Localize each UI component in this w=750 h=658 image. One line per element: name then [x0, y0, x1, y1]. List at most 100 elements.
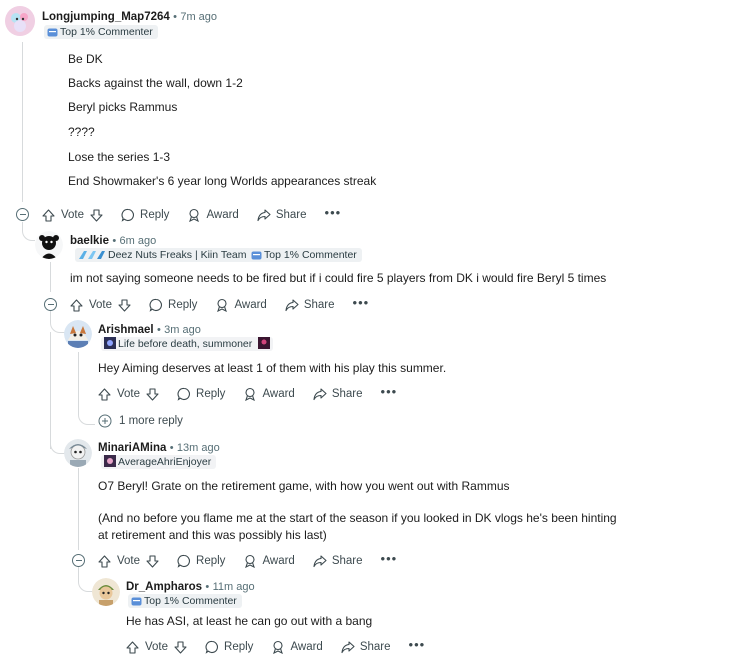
username[interactable]: baelkie	[70, 235, 109, 247]
commenter-badge-icon	[47, 28, 58, 37]
thread-line	[22, 42, 23, 202]
flair-text: Life before death, summoner	[118, 338, 253, 350]
speech-bubble-icon	[177, 387, 190, 401]
separator-dot: •	[173, 11, 177, 23]
share-label: Share	[331, 555, 363, 567]
vote-group: Vote	[42, 208, 103, 222]
more-options-button[interactable]: •••	[381, 384, 398, 399]
collapse-thread-button[interactable]	[16, 208, 29, 221]
flair-text: Top 1% Commenter	[264, 249, 357, 261]
username[interactable]: Arishmael	[98, 324, 154, 336]
award-icon	[217, 298, 228, 312]
reply-button[interactable]: Reply	[205, 640, 253, 654]
separator-dot: •	[156, 324, 161, 336]
timestamp[interactable]: 13m ago	[177, 442, 220, 454]
timestamp[interactable]: 11m ago	[213, 581, 255, 593]
comment-text: (And no before you flame me at the start…	[98, 511, 617, 525]
more-options-button[interactable]: •••	[325, 205, 342, 220]
share-icon	[313, 555, 327, 568]
thread-curve	[78, 408, 95, 425]
share-button[interactable]: Share	[313, 554, 363, 568]
award-label: Award	[290, 641, 323, 653]
thread-line	[78, 352, 79, 414]
upvote-icon[interactable]	[42, 208, 55, 222]
share-button[interactable]: Share	[257, 208, 307, 222]
comment-text: at retirement and this was possibly his …	[98, 528, 327, 542]
reply-button[interactable]: Reply	[149, 298, 197, 312]
avatar[interactable]	[5, 6, 35, 36]
flair-text: Deez Nuts Freaks | Kiin Team	[108, 249, 247, 261]
downvote-icon[interactable]	[118, 298, 131, 312]
flair-text: Top 1% Commenter	[60, 26, 153, 38]
downvote-icon[interactable]	[146, 387, 159, 401]
reply-button[interactable]: Reply	[177, 554, 225, 568]
share-button[interactable]: Share	[285, 298, 335, 312]
reply-button[interactable]: Reply	[177, 387, 225, 401]
reply-label: Reply	[224, 641, 254, 653]
vote-group: Vote	[98, 554, 159, 568]
comment-header: Longjumping_Map7264 • 7m ago	[42, 9, 217, 23]
collapse-thread-button[interactable]	[72, 554, 85, 567]
username[interactable]: MinariAMina	[98, 442, 166, 454]
more-options-button[interactable]: •••	[353, 295, 370, 310]
separator-dot: •	[205, 581, 210, 593]
upvote-icon[interactable]	[126, 640, 139, 654]
reply-button[interactable]: Reply	[121, 208, 169, 222]
user-flair: AverageAhriEnjoyer	[101, 455, 217, 469]
share-button[interactable]: Share	[313, 387, 363, 401]
reply-label: Reply	[196, 555, 226, 567]
reply-label: Reply	[196, 388, 226, 400]
share-button[interactable]: Share	[341, 640, 391, 654]
speech-bubble-icon	[177, 554, 190, 568]
comment-text: He has ASI, at least he can go out with …	[126, 614, 373, 628]
downvote-icon[interactable]	[174, 640, 187, 654]
share-icon	[313, 388, 327, 401]
commenter-badge-icon	[251, 251, 262, 260]
timestamp[interactable]: 7m ago	[180, 11, 217, 23]
flair-text: Top 1% Commenter	[144, 595, 237, 607]
upvote-icon[interactable]	[70, 298, 83, 312]
vote-label: Vote	[117, 555, 141, 567]
comment-header: MinariAMina • 13m ago	[98, 440, 220, 454]
timestamp[interactable]: 6m ago	[120, 235, 157, 247]
downvote-icon[interactable]	[146, 554, 159, 568]
more-options-button[interactable]: •••	[381, 551, 398, 566]
comment-actions: Vote Reply Award Share •••	[126, 637, 443, 656]
award-button[interactable]: Award	[187, 208, 239, 222]
username[interactable]: Longjumping_Map7264	[42, 11, 170, 23]
team-emblem-icon	[79, 251, 105, 259]
avatar[interactable]	[35, 231, 63, 259]
comment-line: Lose the series 1-3	[68, 150, 171, 164]
thread-line	[50, 332, 51, 449]
more-options-button[interactable]: •••	[409, 637, 426, 652]
thread-curve	[22, 222, 35, 241]
comment-actions: Vote Reply Award Share •••	[98, 551, 415, 570]
avatar[interactable]	[92, 578, 120, 606]
timestamp[interactable]: 3m ago	[164, 324, 201, 336]
avatar[interactable]	[64, 439, 92, 467]
award-button[interactable]: Award	[243, 387, 295, 401]
award-label: Award	[234, 299, 267, 311]
upvote-icon[interactable]	[98, 554, 111, 568]
comment-header: baelkie • 6m ago	[70, 233, 156, 247]
award-button[interactable]: Award	[215, 298, 267, 312]
avatar[interactable]	[64, 320, 92, 348]
user-flair: Top 1% Commenter	[248, 248, 362, 262]
commenter-badge-icon	[131, 597, 142, 606]
comment-actions: Vote Reply Award Share •••	[98, 384, 415, 403]
vote-label: Vote	[61, 209, 85, 221]
username[interactable]: Dr_Ampharos	[126, 581, 202, 593]
vote-label: Vote	[89, 299, 113, 311]
upvote-icon[interactable]	[98, 387, 111, 401]
award-button[interactable]: Award	[243, 554, 295, 568]
user-flair: Life before death, summoner	[101, 337, 274, 351]
user-flair: Top 1% Commenter	[44, 25, 158, 39]
share-label: Share	[359, 641, 391, 653]
award-label: Award	[262, 555, 295, 567]
downvote-icon[interactable]	[90, 208, 103, 222]
more-replies-link[interactable]: 1 more reply	[98, 414, 183, 428]
award-button[interactable]: Award	[271, 640, 323, 654]
thread-line	[78, 468, 79, 550]
collapse-thread-button[interactable]	[44, 298, 57, 311]
vote-group: Vote	[126, 640, 187, 654]
